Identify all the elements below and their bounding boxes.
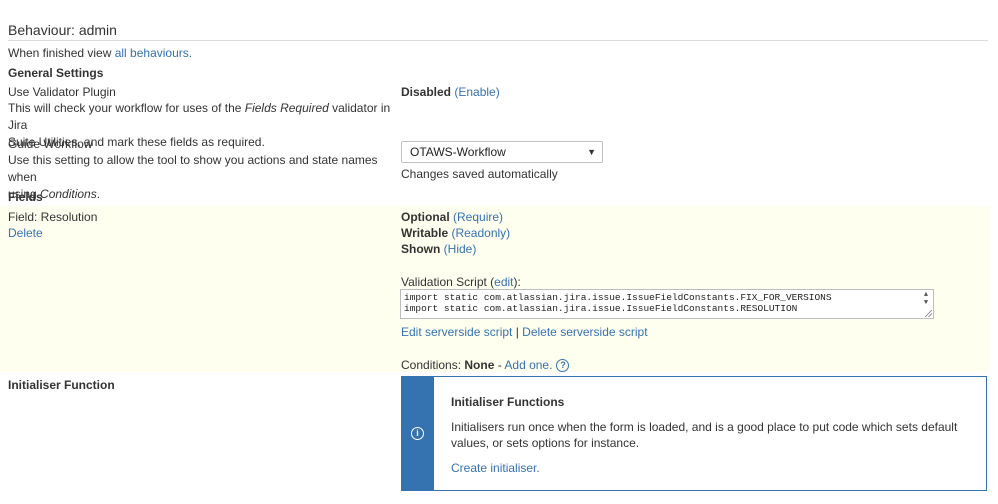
workflow-desc-part: . — [96, 187, 101, 201]
shown-value: Shown — [401, 242, 441, 256]
validator-desc-em: Fields Required — [244, 101, 329, 115]
script-label-part: Validation Script ( — [401, 275, 495, 289]
readonly-link[interactable]: (Readonly) — [451, 226, 510, 240]
guide-workflow-description: Use this setting to allow the tool to sh… — [8, 152, 398, 203]
create-initialiser-link[interactable]: Create initialiser. — [451, 461, 540, 475]
guide-workflow-label: Guide Workflow — [8, 137, 93, 151]
writable-value: Writable — [401, 226, 449, 240]
edit-serverside-script-link[interactable]: Edit serverside script — [401, 325, 512, 339]
conditions-label: Conditions: — [401, 358, 465, 372]
delete-serverside-script-link[interactable]: Delete serverside script — [522, 325, 647, 339]
page-title: Behaviour: admin — [8, 22, 117, 38]
conditions-dash: - — [494, 358, 505, 372]
script-line: import static com.atlassian.jira.issue.I… — [404, 303, 798, 314]
optional-value: Optional — [401, 210, 450, 224]
workflow-desc-em: Conditions — [40, 187, 97, 201]
return-line: When finished view all behaviours. — [8, 46, 192, 60]
initialiser-info-panel: i Initialiser Functions Initialisers run… — [401, 376, 987, 491]
delete-field-link[interactable]: Delete — [8, 226, 43, 240]
field-label: Field: Resolution — [8, 210, 98, 224]
validator-status-value: Disabled — [401, 85, 452, 99]
validator-label: Use Validator Plugin — [8, 85, 116, 99]
changes-saved-note: Changes saved automatically — [401, 167, 558, 181]
script-line: import static com.atlassian.jira.issue.I… — [404, 292, 832, 303]
all-behaviours-link[interactable]: all behaviours. — [115, 46, 192, 60]
conditions-row: Conditions: None - Add one.? — [401, 358, 570, 373]
writable-setting: Writable (Readonly) — [401, 226, 510, 240]
validation-script-textarea[interactable]: import static com.atlassian.jira.issue.I… — [400, 289, 934, 319]
help-icon[interactable]: ? — [556, 359, 570, 373]
script-label-part: ): — [513, 275, 521, 289]
validation-script-label: Validation Script (edit): — [401, 275, 521, 289]
optional-setting: Optional (Require) — [401, 210, 503, 224]
validator-status: Disabled (Enable) — [401, 85, 500, 99]
validator-desc-part: This will check your workflow for uses o… — [8, 101, 245, 115]
general-settings-heading: General Settings — [8, 66, 104, 80]
scroll-arrows-icon[interactable]: ▲ ▼ — [921, 291, 931, 307]
chevron-down-icon: ▼ — [587, 147, 596, 157]
title-divider — [8, 40, 988, 41]
return-prefix: When finished view — [8, 46, 115, 60]
info-panel-sidebar: i — [402, 377, 434, 490]
info-icon: i — [411, 427, 424, 440]
info-panel-text: Initialisers run once when the form is l… — [451, 420, 958, 450]
conditions-value: None — [464, 358, 495, 372]
fields-heading: Fields — [8, 190, 43, 204]
link-separator: | — [512, 325, 523, 339]
guide-workflow-selected: OTAWS-Workflow — [410, 145, 506, 159]
resize-grip-icon[interactable] — [925, 310, 932, 317]
enable-validator-link[interactable]: (Enable) — [454, 85, 499, 99]
add-condition-link[interactable]: Add one. — [504, 358, 552, 372]
require-link[interactable]: (Require) — [453, 210, 503, 224]
info-panel-title: Initialiser Functions — [451, 395, 565, 409]
guide-workflow-select[interactable]: OTAWS-Workflow ▼ — [401, 141, 603, 163]
serverside-script-links: Edit serverside script | Delete serversi… — [401, 325, 648, 339]
edit-script-link[interactable]: edit — [494, 275, 513, 289]
initialiser-heading: Initialiser Function — [8, 378, 115, 392]
workflow-desc-line1: Use this setting to allow the tool to sh… — [8, 153, 378, 184]
hide-link[interactable]: (Hide) — [444, 242, 477, 256]
shown-setting: Shown (Hide) — [401, 242, 476, 256]
